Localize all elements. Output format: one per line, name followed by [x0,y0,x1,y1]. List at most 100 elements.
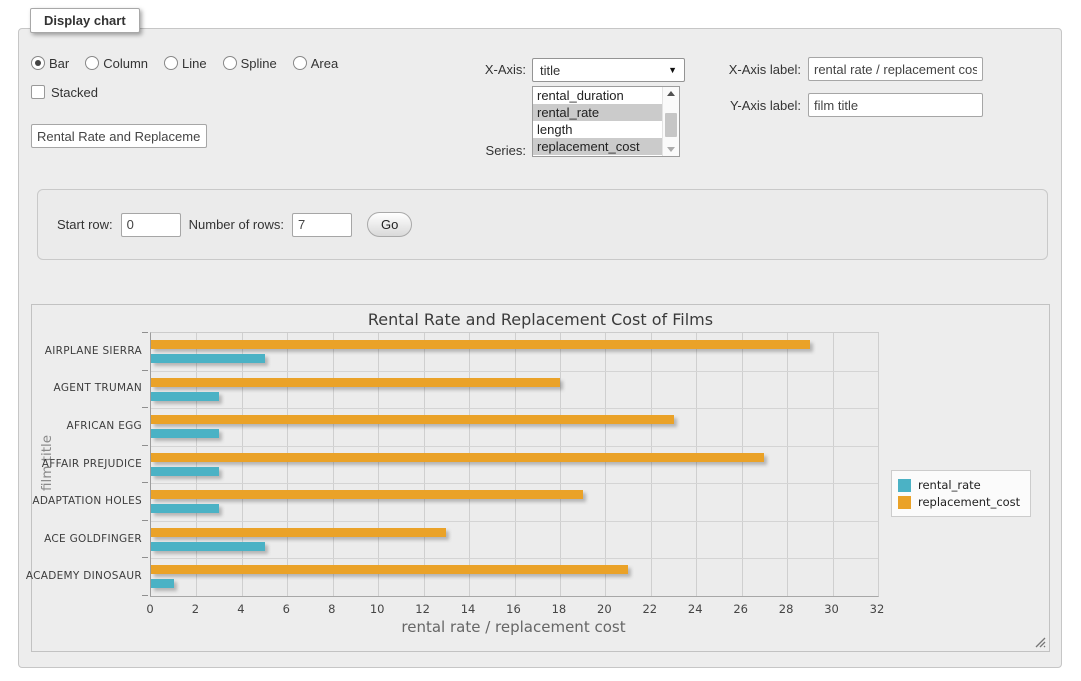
gridline-horizontal [151,371,878,372]
category-label: ADAPTATION HOLES [32,495,142,507]
y-tick-mark [142,482,148,483]
num-rows-input[interactable] [292,213,352,237]
x-tick-label: 18 [552,602,567,616]
start-row-label: Start row: [57,217,113,232]
radio-spline[interactable]: Spline [223,56,277,71]
gridline-vertical [787,333,788,596]
x-tick-label: 22 [642,602,657,616]
y-tick-mark [142,445,148,446]
y-tick-mark [142,407,148,408]
series-options: rental_durationrental_ratelengthreplacem… [533,87,663,156]
scrollbar-thumb[interactable] [665,113,677,137]
x-axis-select-label: X-Axis: [419,62,526,77]
gridline-vertical [878,333,879,596]
replacement_cost-bar [151,528,446,537]
legend-row: replacement_cost [898,495,1020,509]
scroll-down-button[interactable] [663,143,679,156]
chart-panel: Rental Rate and Replacement Cost of Film… [31,304,1050,652]
series-option-rental_rate[interactable]: rental_rate [533,104,663,121]
x-tick-label: 12 [415,602,430,616]
series-option-length[interactable]: length [533,121,663,138]
x-tick-label: 6 [283,602,290,616]
gridline-vertical [333,333,334,596]
radio-line[interactable]: Line [164,56,207,71]
series-listbox[interactable]: rental_durationrental_ratelengthreplacem… [532,86,680,157]
rental_rate-swatch-icon [898,479,911,492]
x-tick-label: 26 [733,602,748,616]
checkbox-icon[interactable] [31,85,45,99]
category-label: AGENT TRUMAN [54,382,142,394]
x-tick-label: 10 [370,602,385,616]
gridline-horizontal [151,446,878,447]
gridline-vertical [287,333,288,596]
x-tick-label: 0 [146,602,153,616]
series-select-label: Series: [439,143,526,158]
gridline-vertical [696,333,697,596]
radio-label: Bar [49,56,69,71]
series-option-replacement_cost[interactable]: replacement_cost [533,138,663,155]
legend-row: rental_rate [898,478,1020,492]
x-tick-label: 4 [237,602,244,616]
chart-title-input[interactable] [31,124,207,148]
scroll-up-button[interactable] [663,87,679,100]
x-axis-label-input[interactable] [808,57,983,81]
rental_rate-bar [151,429,219,438]
y-tick-mark [142,332,148,333]
rental_rate-bar [151,392,219,401]
rental_rate-bar [151,354,265,363]
series-scrollbar[interactable] [662,87,679,156]
arrow-down-icon [667,147,675,152]
x-tick-label: 28 [779,602,794,616]
replacement_cost-bar [151,453,764,462]
x-tick-label: 24 [688,602,703,616]
display-chart-fieldset: Display chart BarColumnLineSplineArea St… [18,28,1062,668]
rental_rate-bar [151,579,174,588]
go-button[interactable]: Go [367,212,412,237]
category-label: ACE GOLDFINGER [44,533,142,545]
rental_rate-bar [151,542,265,551]
radio-bar[interactable]: Bar [31,56,69,71]
y-axis-label-input[interactable] [808,93,983,117]
gridline-horizontal [151,521,878,522]
radio-column[interactable]: Column [85,56,148,71]
y-tick-mark [142,595,148,596]
rental_rate-bar [151,504,219,513]
gridline-horizontal [151,558,878,559]
gridline-horizontal [151,483,878,484]
gridline-vertical [742,333,743,596]
legend-label: replacement_cost [918,495,1020,509]
gridline-vertical [515,333,516,596]
x-tick-label: 8 [328,602,335,616]
fieldset-legend: Display chart [30,8,140,33]
x-tick-label: 16 [506,602,521,616]
stacked-label: Stacked [51,85,98,100]
radio-label: Area [311,56,338,71]
start-row-input[interactable] [121,213,181,237]
x-axis-select[interactable]: title ▼ [532,58,685,82]
radio-circle-icon [85,56,99,70]
arrow-up-icon [667,91,675,96]
radio-circle-icon [293,56,307,70]
x-tick-label: 2 [192,602,199,616]
gridline-vertical [424,333,425,596]
x-axis-select-value: title [540,63,668,78]
gridline-vertical [833,333,834,596]
gridline-horizontal [151,408,878,409]
rental_rate-bar [151,467,219,476]
category-label: AFFAIR PREJUDICE [42,458,142,470]
resize-grip-icon[interactable] [1035,637,1046,648]
stacked-checkbox-row[interactable]: Stacked [31,85,98,100]
gridline-vertical [651,333,652,596]
radio-area[interactable]: Area [293,56,338,71]
radio-label: Spline [241,56,277,71]
x-axis-label-label: X-Axis label: [679,62,801,77]
x-tick-label: 20 [597,602,612,616]
dropdown-arrow-icon: ▼ [668,65,677,75]
replacement_cost-swatch-icon [898,496,911,509]
radio-circle-icon [223,56,237,70]
rows-params-panel: Start row: Number of rows: Go [37,189,1048,260]
chart-title: Rental Rate and Replacement Cost of Film… [32,310,1049,329]
series-option-rental_duration[interactable]: rental_duration [533,87,663,104]
replacement_cost-bar [151,565,628,574]
chart-legend: rental_rate replacement_cost [891,470,1031,517]
